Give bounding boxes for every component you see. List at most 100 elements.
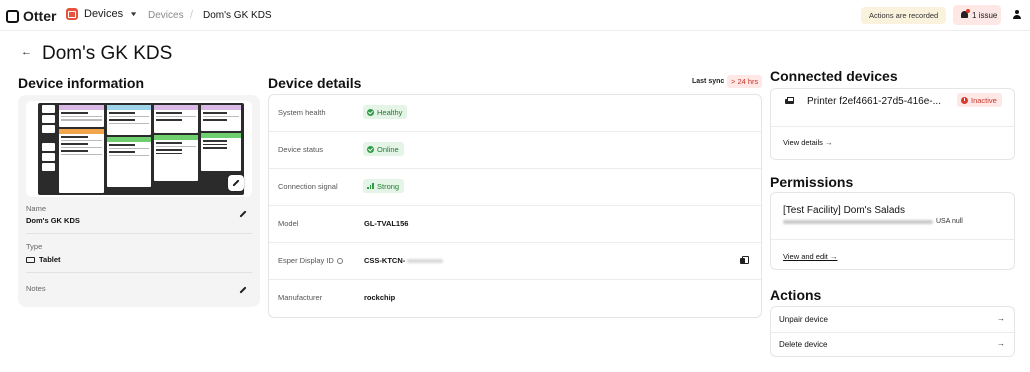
pencil-icon bbox=[239, 210, 247, 218]
signal-icon bbox=[367, 183, 374, 189]
preview-ticket bbox=[59, 105, 104, 127]
edit-name-button[interactable] bbox=[239, 210, 247, 218]
alert-circle-icon bbox=[961, 96, 968, 104]
preview-tile bbox=[42, 143, 55, 151]
preview-tile bbox=[42, 125, 55, 133]
last-sync-badge: > 24 hrs bbox=[727, 75, 763, 88]
redacted-value bbox=[407, 259, 444, 264]
page-title: Dom's GK KDS bbox=[42, 43, 173, 64]
view-and-edit-link[interactable]: View and edit → bbox=[783, 252, 837, 261]
device-details-card: System health Healthy Device status Onli… bbox=[268, 94, 762, 318]
facility-name: [Test Facility] Dom's Salads bbox=[783, 205, 905, 216]
preview-ticket bbox=[201, 133, 241, 171]
detail-row-model: Model GL-TVAL156 bbox=[269, 206, 761, 243]
device-information-card: Name Dom's GK KDS Type Tablet Notes bbox=[18, 95, 260, 307]
otter-logo[interactable]: Otter bbox=[6, 8, 56, 24]
preview-ticket bbox=[154, 105, 198, 133]
status-badge: Healthy bbox=[363, 105, 408, 119]
preview-ticket bbox=[59, 129, 104, 193]
divider bbox=[26, 272, 252, 273]
kds-screen-image bbox=[38, 103, 244, 195]
printer-name: Printer f2ef4661-27d5-416e-... bbox=[807, 96, 941, 107]
type-value-text: Tablet bbox=[39, 255, 61, 264]
chevron-down-icon: ▼ bbox=[129, 10, 139, 18]
printer-icon bbox=[785, 97, 794, 105]
detail-row-device-status: Device status Online bbox=[269, 132, 761, 169]
breadcrumb-devices[interactable]: Devices bbox=[148, 10, 184, 21]
logo-text: Otter bbox=[23, 8, 57, 24]
device-information-heading: Device information bbox=[18, 75, 145, 91]
connected-devices-card: Printer f2ef4661-27d5-416e-... Inactive … bbox=[770, 88, 1015, 160]
status-badge: Online bbox=[363, 142, 404, 156]
type-value: Tablet bbox=[26, 255, 61, 264]
back-arrow-icon[interactable]: ← bbox=[21, 46, 32, 58]
breadcrumb-separator: / bbox=[190, 9, 194, 21]
connected-devices-heading: Connected devices bbox=[770, 68, 898, 84]
status-text: Healthy bbox=[377, 107, 403, 117]
name-value: Dom's GK KDS bbox=[26, 216, 80, 225]
detail-value: rockchip bbox=[364, 293, 396, 302]
detail-label: Connection signal bbox=[278, 182, 338, 191]
info-icon[interactable] bbox=[336, 257, 343, 264]
preview-ticket bbox=[201, 105, 241, 131]
status-badge: Inactive bbox=[957, 93, 1002, 107]
actions-card: Unpair device → Delete device → bbox=[770, 306, 1015, 357]
action-label: Unpair device bbox=[779, 315, 828, 324]
divider bbox=[771, 239, 1014, 240]
detail-label: Model bbox=[278, 219, 299, 228]
preview-ticket bbox=[107, 137, 151, 187]
copy-icon[interactable] bbox=[740, 256, 749, 265]
app-switcher[interactable]: Devices ▼ bbox=[66, 8, 138, 20]
bell-icon bbox=[960, 9, 970, 20]
unpair-device-button[interactable]: Unpair device → bbox=[771, 307, 1014, 332]
actions-heading: Actions bbox=[770, 287, 822, 303]
delete-device-button[interactable]: Delete device → bbox=[771, 332, 1014, 357]
pencil-icon bbox=[239, 286, 247, 294]
detail-label: Device status bbox=[278, 145, 324, 154]
preview-tile bbox=[42, 105, 55, 113]
divider bbox=[771, 126, 1014, 127]
detail-value: GL-TVAL156 bbox=[364, 219, 409, 228]
pencil-icon bbox=[232, 179, 240, 187]
issues-label: 1 issue bbox=[972, 10, 998, 20]
esper-id-text: CSS-KTCN- bbox=[364, 256, 406, 265]
detail-label: System health bbox=[278, 108, 326, 117]
detail-label: Esper Display ID bbox=[278, 256, 343, 265]
edit-notes-button[interactable] bbox=[239, 286, 247, 294]
action-label: Delete device bbox=[779, 340, 828, 349]
preview-ticket bbox=[154, 135, 198, 181]
preview-tile bbox=[42, 153, 55, 161]
notes-label: Notes bbox=[26, 284, 46, 293]
breadcrumb-current: Dom's GK KDS bbox=[203, 10, 272, 21]
type-label: Type bbox=[26, 242, 43, 251]
check-circle-icon bbox=[367, 145, 374, 153]
divider bbox=[26, 233, 252, 234]
detail-row-system-health: System health Healthy bbox=[269, 95, 761, 132]
status-badge: Strong bbox=[363, 179, 405, 193]
detail-value: CSS-KTCN- bbox=[364, 256, 444, 265]
issues-button[interactable]: 1 issue bbox=[953, 5, 1001, 25]
kds-screen-preview bbox=[26, 101, 252, 197]
logo-icon bbox=[6, 9, 19, 23]
permissions-card: [Test Facility] Dom's Salads USA null Vi… bbox=[770, 192, 1015, 270]
status-text: Online bbox=[377, 144, 399, 154]
tablet-icon bbox=[26, 256, 35, 263]
preview-tile bbox=[42, 163, 55, 171]
status-text: Strong bbox=[377, 181, 400, 191]
recording-notice-badge: Actions are recorded bbox=[861, 7, 947, 24]
arrow-right-icon: → bbox=[997, 339, 1005, 348]
user-icon[interactable] bbox=[1012, 10, 1022, 20]
preview-ticket bbox=[107, 105, 151, 135]
facility-address: USA null bbox=[783, 218, 963, 225]
edit-image-button[interactable] bbox=[228, 175, 244, 191]
detail-label-text: Esper Display ID bbox=[278, 256, 334, 265]
status-text: Inactive bbox=[971, 95, 997, 105]
arrow-right-icon: → bbox=[997, 314, 1005, 323]
preview-tile bbox=[42, 115, 55, 123]
device-details-heading: Device details bbox=[268, 75, 362, 91]
top-bar: Otter Devices ▼ Devices / Dom's GK KDS A… bbox=[0, 0, 1030, 31]
address-suffix: USA null bbox=[936, 218, 963, 225]
name-label: Name bbox=[26, 204, 47, 213]
view-details-link[interactable]: View details → bbox=[783, 138, 832, 147]
detail-row-connection-signal: Connection signal Strong bbox=[269, 169, 761, 206]
